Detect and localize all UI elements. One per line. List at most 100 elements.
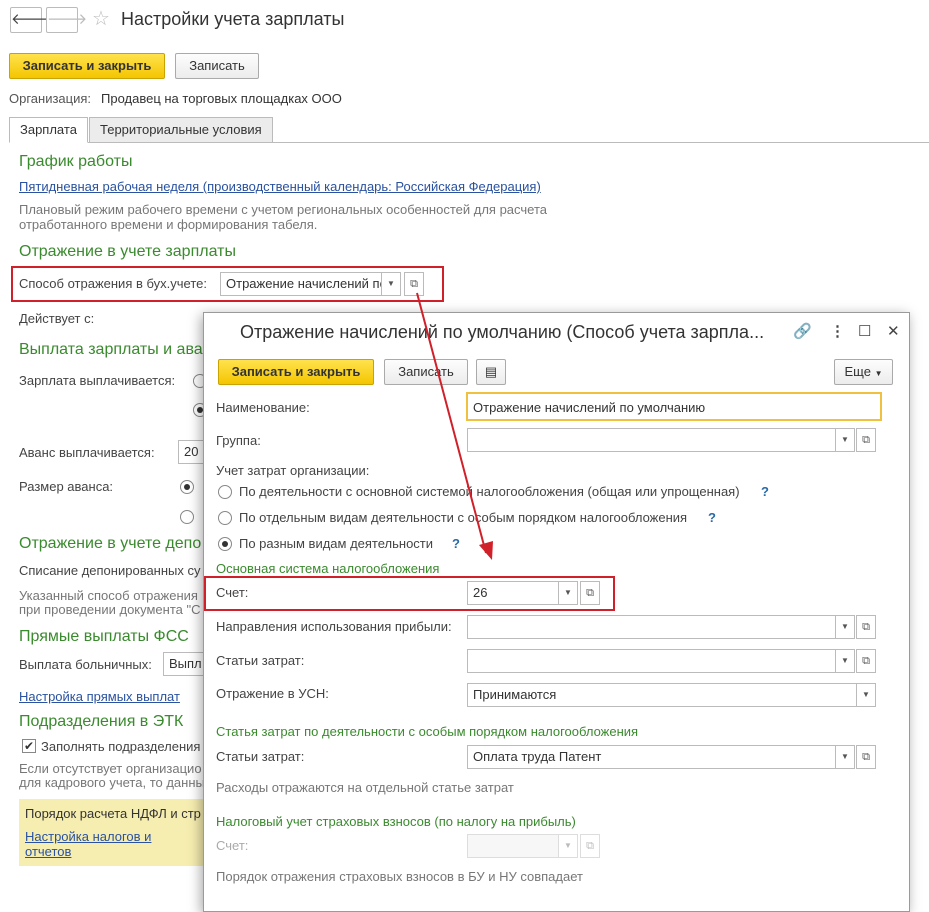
dialog-save-button[interactable]: Записать [384, 359, 468, 385]
open-window-icon: ⧉ [586, 840, 594, 852]
group-open-button[interactable]: ⧉ [856, 428, 876, 452]
organization-value[interactable]: Продавец на торговых площадках ООО [101, 91, 342, 106]
chevron-down-icon: ▼ [564, 841, 572, 850]
special-cost-label: Статьи затрат: [216, 749, 305, 764]
insurance-account-dropdown[interactable]: ▼ [558, 834, 578, 858]
active-from-label: Действует с: [19, 311, 95, 326]
maximize-icon[interactable]: ☐ [858, 322, 871, 340]
special-cost-field[interactable]: Оплата труда Патент [467, 745, 836, 769]
tax-settings-link[interactable]: Настройка налогов и [25, 829, 151, 844]
profit-direction-label: Направления использования прибыли: [216, 619, 452, 634]
cost-items-label: Статьи затрат: [216, 653, 305, 668]
open-window-icon: ⧉ [862, 621, 870, 633]
schedule-note-1: Плановый режим рабочего времени с учетом… [19, 202, 547, 217]
open-window-icon: ⧉ [862, 434, 870, 446]
sick-pay-label: Выплата больничных: [19, 657, 152, 672]
schedule-link[interactable]: Пятидневная рабочая неделя (производстве… [19, 179, 541, 194]
open-window-icon: ⧉ [862, 655, 870, 667]
chevron-down-icon: ▼ [841, 752, 849, 761]
schedule-heading: График работы [19, 153, 133, 170]
checkmark-icon: ✔ [23, 739, 35, 753]
tax-settings-link-2[interactable]: отчетов [25, 844, 71, 859]
highlight-box-method [11, 266, 444, 302]
help-icon[interactable]: ? [761, 484, 769, 499]
advance-size-radio-2[interactable] [180, 510, 194, 524]
main-tax-heading: Основная система налогообложения [216, 561, 440, 576]
sick-pay-field[interactable]: Выпл [163, 652, 208, 676]
save-button[interactable]: Записать [175, 53, 259, 79]
tab-salary[interactable]: Зарплата [9, 117, 88, 143]
direct-payments-link[interactable]: Настройка прямых выплат [19, 689, 180, 704]
cost-items-open-button[interactable]: ⧉ [856, 649, 876, 673]
etk-note-1: Если отсутствует организацио [19, 761, 202, 776]
cost-radio-special[interactable] [218, 511, 232, 525]
dialog-title: Отражение начислений по умолчанию (Спосо… [240, 322, 765, 342]
more-vertical-icon[interactable]: ⋮ [830, 322, 845, 340]
etk-checkbox-label: Заполнять подразделения [41, 739, 201, 754]
page-title: Настройки учета зарплаты [121, 9, 345, 29]
name-field[interactable]: Отражение начислений по умолчанию [466, 392, 882, 421]
dialog-window: Отражение начислений по умолчанию (Спосо… [203, 312, 910, 912]
chevron-down-icon: ▼ [841, 656, 849, 665]
schedule-note-2: отработанного времени и формирования таб… [19, 217, 318, 232]
name-label: Наименование: [216, 400, 310, 415]
more-button-label: Еще [844, 364, 871, 379]
special-note: Расходы отражаются на отдельной статье з… [216, 780, 514, 795]
close-icon[interactable]: ✕ [887, 322, 900, 340]
profit-direction-field[interactable] [467, 615, 836, 639]
reflection-heading: Отражение в учете зарплаты [19, 243, 236, 260]
etk-checkbox[interactable]: ✔ [22, 739, 36, 753]
link-icon[interactable]: 🔗 [793, 322, 812, 340]
tab-territorial-conditions[interactable]: Территориальные условия [89, 117, 273, 143]
help-icon[interactable]: ? [452, 536, 460, 551]
profit-direction-dropdown[interactable]: ▼ [835, 615, 855, 639]
document-icon-button[interactable]: ▤ [476, 359, 506, 385]
advance-size-radio-1[interactable] [180, 480, 194, 494]
fss-heading: Прямые выплаты ФСС [19, 628, 189, 645]
insurance-account-open-button[interactable]: ⧉ [580, 834, 600, 858]
organization-label: Организация: [9, 91, 92, 106]
special-cost-open-button[interactable]: ⧉ [856, 745, 876, 769]
back-button[interactable]: 🡐 [10, 7, 51, 33]
deposit-heading: Отражение в учете депо [19, 535, 202, 552]
usn-dropdown[interactable]: ▼ [856, 683, 876, 707]
chevron-down-icon: ▼ [874, 369, 883, 378]
group-label: Группа: [216, 433, 261, 448]
cost-accounting-label: Учет затрат организации: [216, 463, 370, 478]
document-icon: ▤ [484, 364, 498, 379]
cost-radio-various-label: По разным видам деятельности [239, 536, 434, 551]
usn-field[interactable]: Принимаются [467, 683, 857, 707]
insurance-account-field[interactable] [467, 834, 559, 858]
salary-paid-label: Зарплата выплачивается: [19, 373, 176, 388]
insurance-note: Порядок отражения страховых взносов в БУ… [216, 869, 583, 884]
open-window-icon: ⧉ [862, 751, 870, 763]
deposit-note-1: Указанный способ отражения [19, 588, 198, 603]
ndfl-text: Порядок расчета НДФЛ и стр [25, 806, 201, 821]
tab-divider [9, 142, 929, 143]
cost-radio-main[interactable] [218, 485, 232, 499]
etk-note-2: для кадрового учета, то данны [19, 775, 205, 790]
insurance-heading: Налоговый учет страховых взносов (по нал… [216, 814, 576, 829]
highlight-box-account [204, 576, 615, 611]
dialog-save-and-close-button[interactable]: Записать и закрыть [218, 359, 374, 385]
star-icon[interactable]: ☆ [92, 6, 110, 31]
cost-items-field[interactable] [467, 649, 836, 673]
group-dropdown[interactable]: ▼ [835, 428, 855, 452]
insurance-account-label: Счет: [216, 838, 249, 853]
special-cost-dropdown[interactable]: ▼ [835, 745, 855, 769]
more-button[interactable]: Еще ▼ [834, 359, 893, 385]
cost-radio-various[interactable] [218, 537, 232, 551]
cost-items-dropdown[interactable]: ▼ [835, 649, 855, 673]
group-field[interactable] [467, 428, 836, 452]
etk-heading: Подразделения в ЭТК [19, 713, 184, 730]
forward-button[interactable]: 🡒 [46, 7, 87, 33]
advance-paid-label: Аванс выплачивается: [19, 445, 155, 460]
advance-size-label: Размер аванса: [19, 479, 114, 494]
save-and-close-button[interactable]: Записать и закрыть [9, 53, 165, 79]
help-icon[interactable]: ? [708, 510, 716, 525]
payout-heading: Выплата зарплаты и ава [19, 341, 203, 358]
arrow-right-icon: 🡒 [47, 11, 88, 28]
deposit-note-2: при проведении документа "С [19, 602, 201, 617]
profit-direction-open-button[interactable]: ⧉ [856, 615, 876, 639]
chevron-down-icon: ▼ [841, 622, 849, 631]
